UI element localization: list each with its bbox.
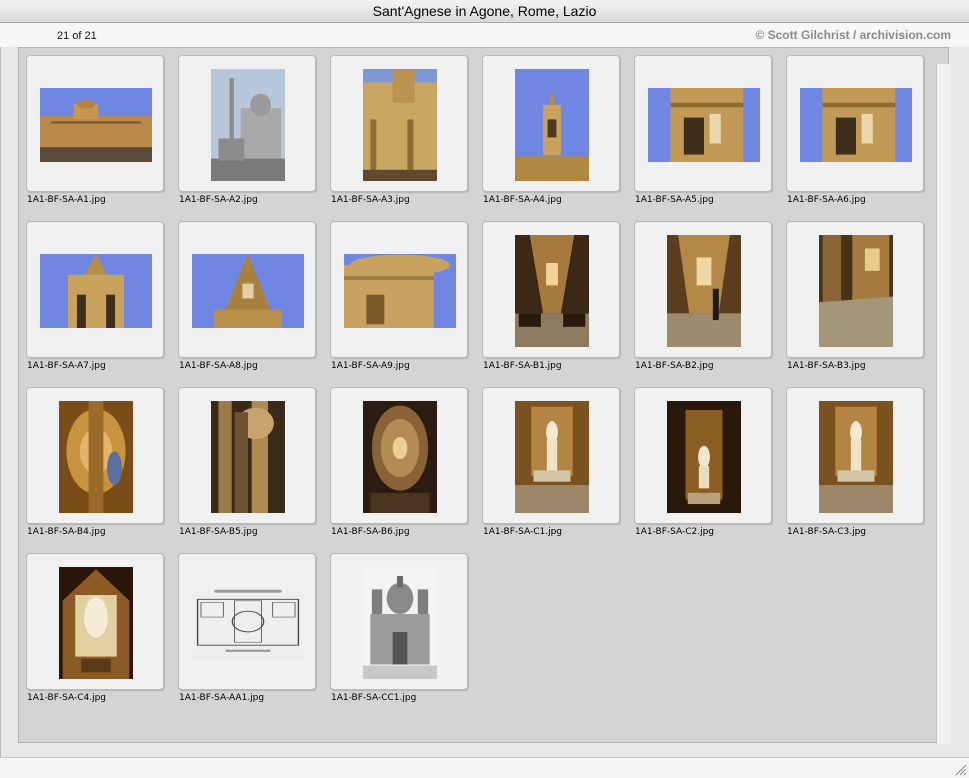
thumbnail-image[interactable]	[40, 254, 152, 328]
thumbnail-frame[interactable]	[330, 221, 468, 358]
thumbnail-image[interactable]	[667, 235, 741, 347]
thumbnail-filename: 1A1-BF-SA-C2.jpg	[635, 527, 715, 537]
status-bar	[0, 757, 969, 778]
image-count: 21 of 21	[57, 30, 97, 42]
thumbnail-image[interactable]	[344, 254, 456, 328]
thumbnail-filename: 1A1-BF-SA-A1.jpg	[27, 195, 106, 205]
thumbnail-item[interactable]: 1A1-BF-SA-A3.jpg	[323, 48, 475, 208]
thumbnail-frame[interactable]	[634, 221, 772, 358]
thumbnail-frame[interactable]	[482, 221, 620, 358]
thumbnail-filename: 1A1-BF-SA-C1.jpg	[483, 527, 563, 537]
thumbnail-image[interactable]	[819, 235, 893, 347]
thumbnail-image[interactable]	[40, 88, 152, 162]
thumbnail-filename: 1A1-BF-SA-A4.jpg	[483, 195, 562, 205]
thumbnail-item[interactable]: 1A1-BF-SA-C1.jpg	[475, 380, 627, 540]
thumbnail-frame[interactable]	[330, 55, 468, 192]
thumbnail-item[interactable]: 1A1-BF-SA-B6.jpg	[323, 380, 475, 540]
thumbnail-item[interactable]: 1A1-BF-SA-B3.jpg	[779, 214, 931, 374]
thumbnail-image[interactable]	[363, 567, 437, 679]
thumbnail-frame[interactable]	[786, 55, 924, 192]
thumbnail-filename: 1A1-BF-SA-AA1.jpg	[179, 693, 265, 703]
thumbnail-image[interactable]	[515, 69, 589, 181]
thumbnail-frame[interactable]	[330, 553, 468, 690]
thumbnail-image[interactable]	[363, 401, 437, 513]
thumbnail-filename: 1A1-BF-SA-C3.jpg	[787, 527, 867, 537]
thumbnail-image[interactable]	[515, 401, 589, 513]
thumbnail-filename: 1A1-BF-SA-A2.jpg	[179, 195, 258, 205]
thumbnail-frame[interactable]	[178, 553, 316, 690]
thumbnail-image[interactable]	[363, 69, 437, 181]
thumbnail-item[interactable]: 1A1-BF-SA-B1.jpg	[475, 214, 627, 374]
thumbnail-item[interactable]: 1A1-BF-SA-B5.jpg	[171, 380, 323, 540]
thumbnail-item[interactable]: 1A1-BF-SA-C2.jpg	[627, 380, 779, 540]
thumbnail-filename: 1A1-BF-SA-B2.jpg	[635, 361, 714, 371]
thumbnail-item[interactable]: 1A1-BF-SA-C3.jpg	[779, 380, 931, 540]
thumbnail-frame[interactable]	[178, 55, 316, 192]
thumbnail-item[interactable]: 1A1-BF-SA-A9.jpg	[323, 214, 475, 374]
thumbnail-item[interactable]: 1A1-BF-SA-A6.jpg	[779, 48, 931, 208]
thumbnail-image[interactable]	[192, 586, 304, 660]
window-titlebar[interactable]: Sant'Agnese in Agone, Rome, Lazio	[0, 0, 969, 23]
thumbnail-frame[interactable]	[482, 55, 620, 192]
thumbnail-image[interactable]	[211, 401, 285, 513]
thumbnail-frame[interactable]	[26, 55, 164, 192]
thumbnail-item[interactable]: 1A1-BF-SA-AA1.jpg	[171, 546, 323, 706]
thumbnail-filename: 1A1-BF-SA-A7.jpg	[27, 361, 106, 371]
thumbnail-image[interactable]	[800, 88, 912, 162]
thumbnail-item[interactable]: 1A1-BF-SA-A2.jpg	[171, 48, 323, 208]
thumbnail-filename: 1A1-BF-SA-B6.jpg	[331, 527, 410, 537]
thumbnail-filename: 1A1-BF-SA-A8.jpg	[179, 361, 258, 371]
thumbnail-filename: 1A1-BF-SA-A6.jpg	[787, 195, 866, 205]
info-bar: 21 of 21 © Scott Gilchrist / archivision…	[0, 23, 969, 47]
thumbnail-image[interactable]	[648, 88, 760, 162]
thumbnail-filename: 1A1-BF-SA-A3.jpg	[331, 195, 410, 205]
thumbnail-item[interactable]: 1A1-BF-SA-A8.jpg	[171, 214, 323, 374]
thumbnail-frame[interactable]	[178, 387, 316, 524]
thumbnail-item[interactable]: 1A1-BF-SA-B2.jpg	[627, 214, 779, 374]
thumbnail-filename: 1A1-BF-SA-A5.jpg	[635, 195, 714, 205]
thumbnail-item[interactable]: 1A1-BF-SA-C4.jpg	[19, 546, 171, 706]
thumbnail-image[interactable]	[59, 567, 133, 679]
thumbnail-frame[interactable]	[634, 387, 772, 524]
thumbnail-frame[interactable]	[178, 221, 316, 358]
thumbnail-frame[interactable]	[26, 553, 164, 690]
thumbnail-item[interactable]: 1A1-BF-SA-B4.jpg	[19, 380, 171, 540]
thumbnail-item[interactable]: 1A1-BF-SA-A4.jpg	[475, 48, 627, 208]
thumbnail-item[interactable]: 1A1-BF-SA-A1.jpg	[19, 48, 171, 208]
thumbnail-grid: 1A1-BF-SA-A1.jpg 1A1-BF-SA-A2.jpg 1A1-BF-S…	[18, 47, 949, 743]
window-title: Sant'Agnese in Agone, Rome, Lazio	[372, 3, 597, 19]
thumbnail-frame[interactable]	[26, 387, 164, 524]
thumbnail-item[interactable]: 1A1-BF-SA-CC1.jpg	[323, 546, 475, 706]
thumbnail-filename: 1A1-BF-SA-B4.jpg	[27, 527, 106, 537]
thumbnail-filename: 1A1-BF-SA-B1.jpg	[483, 361, 562, 371]
thumbnail-filename: 1A1-BF-SA-CC1.jpg	[331, 693, 417, 703]
thumbnail-filename: 1A1-BF-SA-A9.jpg	[331, 361, 410, 371]
vertical-scrollbar[interactable]	[936, 64, 951, 744]
thumbnail-image[interactable]	[59, 401, 133, 513]
copyright-credit: © Scott Gilchrist / archivision.com	[755, 28, 951, 42]
thumbnail-image[interactable]	[667, 401, 741, 513]
thumbnail-frame[interactable]	[482, 387, 620, 524]
thumbnail-frame[interactable]	[634, 55, 772, 192]
thumbnail-item[interactable]: 1A1-BF-SA-A7.jpg	[19, 214, 171, 374]
thumbnail-frame[interactable]	[330, 387, 468, 524]
thumbnail-filename: 1A1-BF-SA-C4.jpg	[27, 693, 107, 703]
thumbnail-item[interactable]: 1A1-BF-SA-A5.jpg	[627, 48, 779, 208]
thumbnail-image[interactable]	[515, 235, 589, 347]
thumbnail-image[interactable]	[819, 401, 893, 513]
thumbnail-frame[interactable]	[786, 387, 924, 524]
thumbnail-frame[interactable]	[786, 221, 924, 358]
thumbnail-frame[interactable]	[26, 221, 164, 358]
thumbnail-filename: 1A1-BF-SA-B5.jpg	[179, 527, 258, 537]
thumbnail-image[interactable]	[211, 69, 285, 181]
resize-grip-icon[interactable]	[953, 762, 967, 776]
thumbnail-filename: 1A1-BF-SA-B3.jpg	[787, 361, 866, 371]
window-left-edge	[0, 0, 1, 777]
thumbnail-image[interactable]	[192, 254, 304, 328]
